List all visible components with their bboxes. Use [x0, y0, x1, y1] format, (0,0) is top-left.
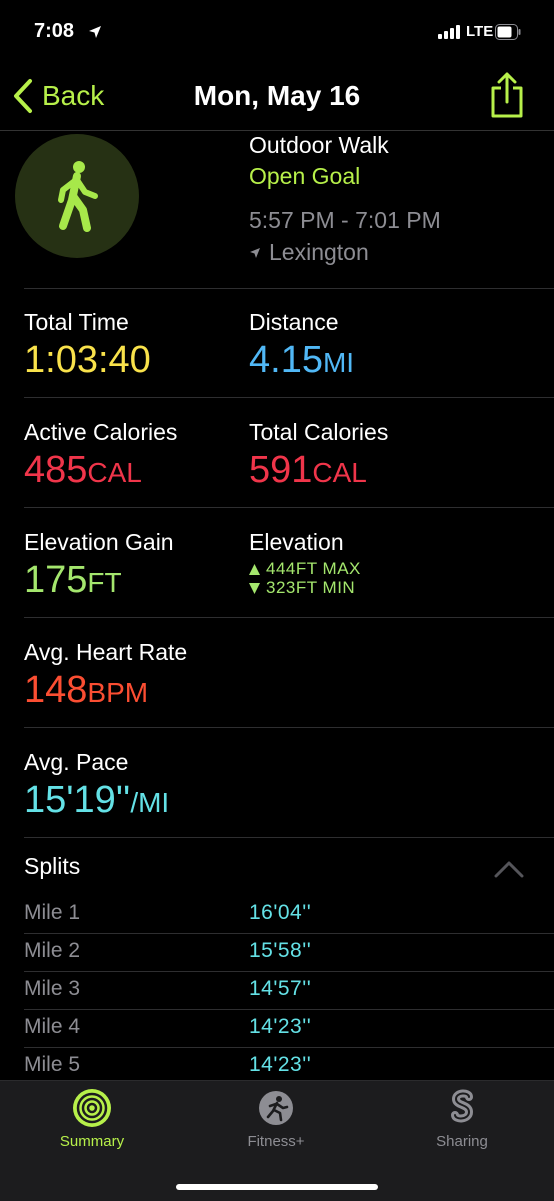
distance-value: 4.15MI: [249, 339, 355, 381]
tab-summary[interactable]: Summary: [22, 1089, 162, 1150]
location-arrow-icon: [89, 26, 101, 38]
workout-location-label: Lexington: [269, 239, 369, 265]
divider: [24, 727, 554, 728]
avg-heart-rate-value: 148BPM: [24, 669, 149, 711]
total-calories-label: Total Calories: [249, 419, 389, 445]
home-indicator[interactable]: [176, 1184, 378, 1190]
splits-title: Splits: [24, 853, 81, 879]
cellular-signal-icon: [438, 25, 460, 39]
battery-icon: [495, 24, 521, 40]
tab-fitness-plus-label: Fitness+: [247, 1133, 305, 1150]
split-mile: Mile 2: [24, 939, 81, 962]
total-time-label: Total Time: [24, 309, 129, 335]
split-mile: Mile 1: [24, 901, 81, 924]
split-mile: Mile 4: [24, 1015, 81, 1038]
chevron-up-icon[interactable]: [494, 860, 524, 878]
workout-type: Outdoor Walk: [249, 132, 389, 158]
share-icon[interactable]: [488, 72, 526, 118]
workout-type-badge: [15, 134, 139, 258]
split-pace: 14'57'': [249, 977, 312, 1000]
split-row: Mile 3 14'57'': [24, 972, 554, 1010]
sharing-icon: [451, 1089, 474, 1123]
tab-summary-label: Summary: [59, 1133, 125, 1150]
active-calories-label: Active Calories: [24, 419, 178, 445]
split-pace: 14'23'': [249, 1053, 312, 1076]
total-time-value: 1:03:40: [24, 339, 151, 381]
network-type: LTE: [466, 23, 494, 40]
tab-bar: Summary Fitness+ Sharing: [0, 1080, 554, 1201]
elevation-max: 444FT MAX: [249, 559, 361, 579]
active-calories-value: 485CAL: [24, 449, 142, 491]
triangle-up-icon: [249, 563, 260, 575]
location-arrow-icon: [250, 247, 260, 258]
split-row: Mile 4 14'23'': [24, 1010, 554, 1048]
divider: [24, 507, 554, 508]
workout-goal: Open Goal: [249, 163, 361, 189]
divider: [24, 837, 554, 838]
tab-fitness-plus[interactable]: Fitness+: [206, 1089, 346, 1150]
split-pace: 16'04'': [249, 901, 312, 924]
tab-sharing-label: Sharing: [436, 1133, 488, 1150]
elevation-label: Elevation: [249, 529, 344, 555]
summary-rings-icon: [73, 1089, 111, 1127]
tab-sharing[interactable]: Sharing: [392, 1089, 532, 1150]
avg-pace-value: 15'19''/MI: [24, 779, 170, 821]
fitness-plus-runner-icon: [259, 1091, 293, 1125]
distance-label: Distance: [249, 309, 339, 335]
split-mile: Mile 3: [24, 977, 81, 1000]
avg-pace-label: Avg. Pace: [24, 749, 129, 775]
split-row: Mile 1 16'04'': [24, 896, 554, 934]
walking-figure-icon: [58, 161, 98, 232]
elevation-min: 323FT MIN: [249, 578, 355, 598]
workout-time-range: 5:57 PM - 7:01 PM: [249, 207, 441, 233]
total-calories-value: 591CAL: [249, 449, 367, 491]
divider: [24, 288, 554, 289]
status-time: 7:08: [34, 20, 75, 42]
triangle-down-icon: [249, 582, 260, 594]
divider: [24, 397, 554, 398]
elevation-gain-value: 175FT: [24, 559, 122, 601]
split-pace: 14'23'': [249, 1015, 312, 1038]
nav-divider: [0, 130, 554, 131]
elevation-gain-label: Elevation Gain: [24, 529, 174, 555]
page-title: Mon, May 16: [193, 80, 361, 111]
split-mile: Mile 5: [24, 1053, 81, 1076]
workout-location: Lexington: [249, 239, 369, 266]
split-pace: 15'58'': [249, 939, 312, 962]
avg-heart-rate-label: Avg. Heart Rate: [24, 639, 188, 665]
divider: [24, 617, 554, 618]
split-row: Mile 2 15'58'': [24, 934, 554, 972]
